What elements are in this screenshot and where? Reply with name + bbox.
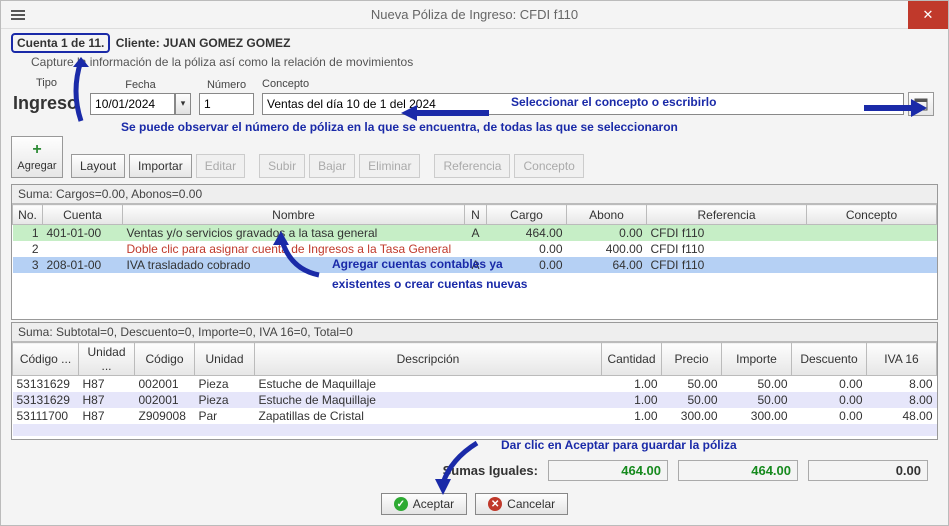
col-descripcion[interactable]: Descripción [255, 343, 602, 376]
col-abono[interactable]: Abono [567, 205, 647, 225]
editar-button: Editar [196, 154, 245, 178]
record-counter: Cuenta 1 de 11. [11, 33, 110, 53]
col-descuento[interactable]: Descuento [792, 343, 867, 376]
totals-cargo: 464.00 [548, 460, 668, 481]
col-n[interactable]: N [465, 205, 487, 225]
table-row[interactable]: 1 401-01-00 Ventas y/o servicios gravado… [13, 225, 937, 242]
totals-diff: 0.00 [808, 460, 928, 481]
form-row: Tipo Ingreso Fecha ▾ Número Concepto Sel… [1, 75, 948, 120]
table-row[interactable]: 53131629 H87 002001 Pieza Estuche de Maq… [13, 376, 937, 393]
col-precio[interactable]: Precio [662, 343, 722, 376]
plus-icon: + [32, 142, 41, 158]
fecha-label: Fecha [90, 79, 191, 93]
numero-input[interactable] [199, 93, 254, 115]
fecha-input[interactable] [90, 93, 175, 115]
col-iva16[interactable]: IVA 16 [867, 343, 937, 376]
annotation-accept: Dar clic en Aceptar para guardar la póli… [501, 438, 737, 452]
movements-grid: Suma: Cargos=0.00, Abonos=0.00 No. Cuent… [11, 184, 938, 320]
bajar-button: Bajar [309, 154, 355, 178]
aceptar-label: Aceptar [413, 497, 454, 511]
check-icon: ✓ [394, 497, 408, 511]
header-subtitle: Capture la información de la póliza así … [1, 55, 948, 75]
referencia-button: Referencia [434, 154, 510, 178]
subir-button: Subir [259, 154, 305, 178]
concepto-label: Concepto [262, 78, 934, 92]
col-no[interactable]: No. [13, 205, 43, 225]
annotation-account2: existentes o crear cuentas nuevas [332, 277, 527, 291]
aceptar-button[interactable]: ✓ Aceptar [381, 493, 467, 515]
col-cargo[interactable]: Cargo [487, 205, 567, 225]
titlebar: Nueva Póliza de Ingreso: CFDI f110 ✕ [1, 1, 948, 29]
details-table[interactable]: Código ... Unidad ... Código Unidad Desc… [12, 342, 937, 436]
col-codigo[interactable]: Código ... [13, 343, 79, 376]
table-row[interactable]: 53111700 H87 Z909008 Par Zapatillas de C… [13, 408, 937, 424]
totals-abono: 464.00 [678, 460, 798, 481]
date-picker-button[interactable] [908, 92, 934, 116]
col-concepto[interactable]: Concepto [807, 205, 937, 225]
concepto-button: Concepto [514, 154, 583, 178]
calendar-icon [914, 97, 928, 111]
totals-label: Sumas Iguales: [443, 463, 538, 478]
window-title: Nueva Póliza de Ingreso: CFDI f110 [1, 7, 948, 22]
col-referencia[interactable]: Referencia [647, 205, 807, 225]
annotation-concepto: Seleccionar el concepto o escribirlo [511, 95, 716, 109]
eliminar-button: Eliminar [359, 154, 420, 178]
col-nombre[interactable]: Nombre [123, 205, 465, 225]
numero-label: Número [199, 79, 254, 93]
movements-summary: Suma: Cargos=0.00, Abonos=0.00 [12, 185, 937, 204]
annotation-account1: Agregar cuentas contables ya [332, 257, 503, 271]
totals-row: Sumas Iguales: 464.00 464.00 0.00 [1, 456, 948, 485]
close-button[interactable]: ✕ [908, 1, 948, 29]
table-row[interactable]: 2 Doble clic para asignar cuenta de Ingr… [13, 241, 937, 257]
col-unidad[interactable]: Unidad [195, 343, 255, 376]
client-label: Cliente: JUAN GOMEZ GOMEZ [116, 36, 291, 50]
agregar-button[interactable]: + Agregar [11, 136, 63, 178]
cancelar-label: Cancelar [507, 497, 555, 511]
details-grid: Suma: Subtotal=0, Descuento=0, Importe=0… [11, 322, 938, 440]
header-bar: Cuenta 1 de 11. Cliente: JUAN GOMEZ GOME… [1, 29, 948, 55]
fecha-dropdown-icon[interactable]: ▾ [175, 93, 191, 115]
layout-button[interactable]: Layout [71, 154, 125, 178]
table-row[interactable]: 53131629 H87 002001 Pieza Estuche de Maq… [13, 392, 937, 408]
x-icon: ✕ [488, 497, 502, 511]
col-cantidad[interactable]: Cantidad [602, 343, 662, 376]
col-importe[interactable]: Importe [722, 343, 792, 376]
col-cuenta[interactable]: Cuenta [43, 205, 123, 225]
cancelar-button[interactable]: ✕ Cancelar [475, 493, 568, 515]
tipo-value: Ingreso [11, 91, 82, 116]
details-summary: Suma: Subtotal=0, Descuento=0, Importe=0… [12, 323, 937, 342]
table-row[interactable] [13, 424, 937, 436]
annotation-counter: Se puede observar el número de póliza en… [121, 120, 678, 134]
menu-icon[interactable] [9, 8, 27, 22]
dialog-buttons: ✓ Aceptar ✕ Cancelar [1, 485, 948, 521]
toolbar: + Agregar Layout Importar Editar Subir B… [1, 136, 948, 182]
agregar-label: Agregar [17, 160, 56, 172]
tipo-label: Tipo [11, 77, 82, 91]
col-codigo2[interactable]: Código [135, 343, 195, 376]
window: Nueva Póliza de Ingreso: CFDI f110 ✕ Cue… [0, 0, 949, 526]
importar-button[interactable]: Importar [129, 154, 192, 178]
col-unidad-k[interactable]: Unidad ... [79, 343, 135, 376]
